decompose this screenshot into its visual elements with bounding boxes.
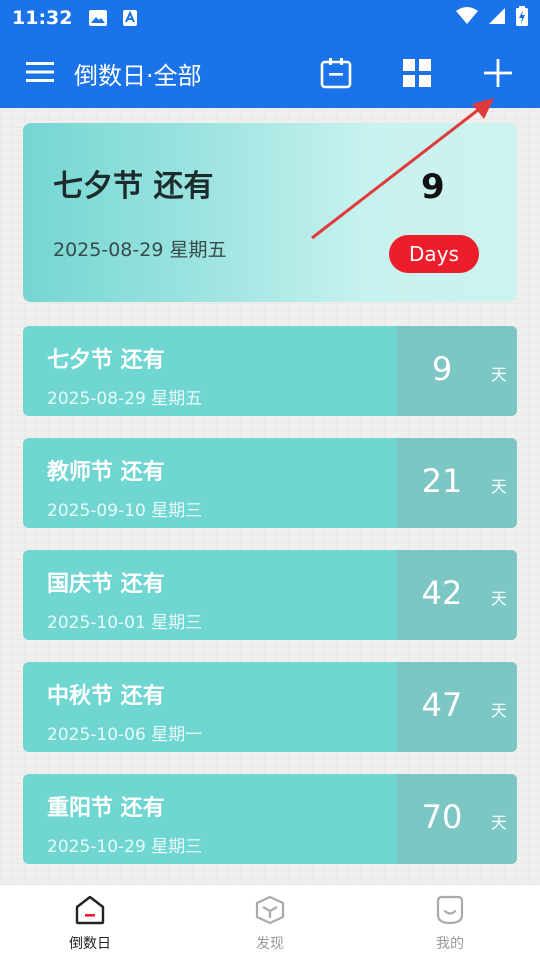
event-date: 2025-10-06 星期一	[47, 725, 203, 745]
event-card-mid-autumn[interactable]: 中秋节 还有 2025-10-06 星期一 47 天	[23, 662, 517, 752]
status-time: 11:32	[12, 7, 73, 29]
days-count: 21	[421, 462, 463, 500]
days-badge: Days	[389, 235, 479, 273]
calendar-icon[interactable]	[319, 56, 353, 90]
nav-label: 我的	[436, 936, 464, 952]
days-unit: 天	[490, 589, 507, 608]
cube-icon	[254, 895, 286, 929]
days-unit: 天	[490, 365, 507, 384]
event-title: 七夕节 还有	[47, 348, 165, 373]
event-card-double-ninth[interactable]: 重阳节 还有 2025-10-29 星期三 70 天	[23, 774, 517, 864]
event-date: 2025-10-29 星期三	[47, 837, 203, 857]
days-panel: 21 天	[397, 438, 517, 528]
event-title: 国庆节 还有	[47, 572, 165, 597]
nav-label: 倒数日	[69, 936, 111, 952]
app-toolbar: 倒数日·全部	[0, 36, 540, 108]
days-count: 70	[421, 798, 463, 836]
nav-item-mine[interactable]: 我的	[390, 895, 510, 953]
days-count: 9	[431, 350, 453, 388]
home-icon	[74, 895, 106, 929]
battery-icon	[516, 6, 528, 30]
featured-event-title: 七夕节 还有	[53, 169, 214, 204]
text-notification-icon	[122, 9, 138, 27]
page-title: 倒数日·全部	[74, 62, 202, 90]
featured-countdown-card[interactable]: 七夕节 还有 2025-08-29 星期五 9 Days	[23, 123, 517, 302]
event-date: 2025-08-29 星期五	[47, 389, 203, 409]
event-date: 2025-09-10 星期三	[47, 501, 203, 521]
nav-item-countdown[interactable]: 倒数日	[30, 895, 150, 953]
event-card-teachers-day[interactable]: 教师节 还有 2025-09-10 星期三 21 天	[23, 438, 517, 528]
wifi-icon	[456, 7, 478, 29]
days-count: 42	[421, 574, 463, 612]
menu-icon[interactable]	[26, 60, 56, 84]
days-unit: 天	[490, 477, 507, 496]
event-date: 2025-10-01 星期三	[47, 613, 203, 633]
status-bar: 11:32	[0, 0, 540, 36]
days-count: 47	[421, 686, 463, 724]
days-panel: 42 天	[397, 550, 517, 640]
days-unit: 天	[490, 701, 507, 720]
event-card-qixi[interactable]: 七夕节 还有 2025-08-29 星期五 9 天	[23, 326, 517, 416]
signal-icon	[488, 7, 506, 29]
event-title: 教师节 还有	[47, 460, 165, 485]
days-panel: 47 天	[397, 662, 517, 752]
event-title: 重阳节 还有	[47, 796, 165, 821]
featured-days-count: 9	[421, 167, 445, 207]
grid-icon[interactable]	[400, 56, 434, 90]
nav-item-discover[interactable]: 发现	[210, 895, 330, 953]
nav-label: 发现	[256, 936, 284, 952]
days-unit: 天	[490, 813, 507, 832]
featured-event-date: 2025-08-29 星期五	[53, 239, 227, 261]
event-card-national-day[interactable]: 国庆节 还有 2025-10-01 星期三 42 天	[23, 550, 517, 640]
bottom-navigation: 倒数日 发现 我的	[0, 884, 540, 960]
days-panel: 70 天	[397, 774, 517, 864]
days-panel: 9 天	[397, 326, 517, 416]
smile-icon	[434, 895, 466, 929]
plus-icon[interactable]	[481, 56, 515, 90]
image-notification-icon	[88, 9, 108, 27]
event-title: 中秋节 还有	[47, 684, 165, 709]
